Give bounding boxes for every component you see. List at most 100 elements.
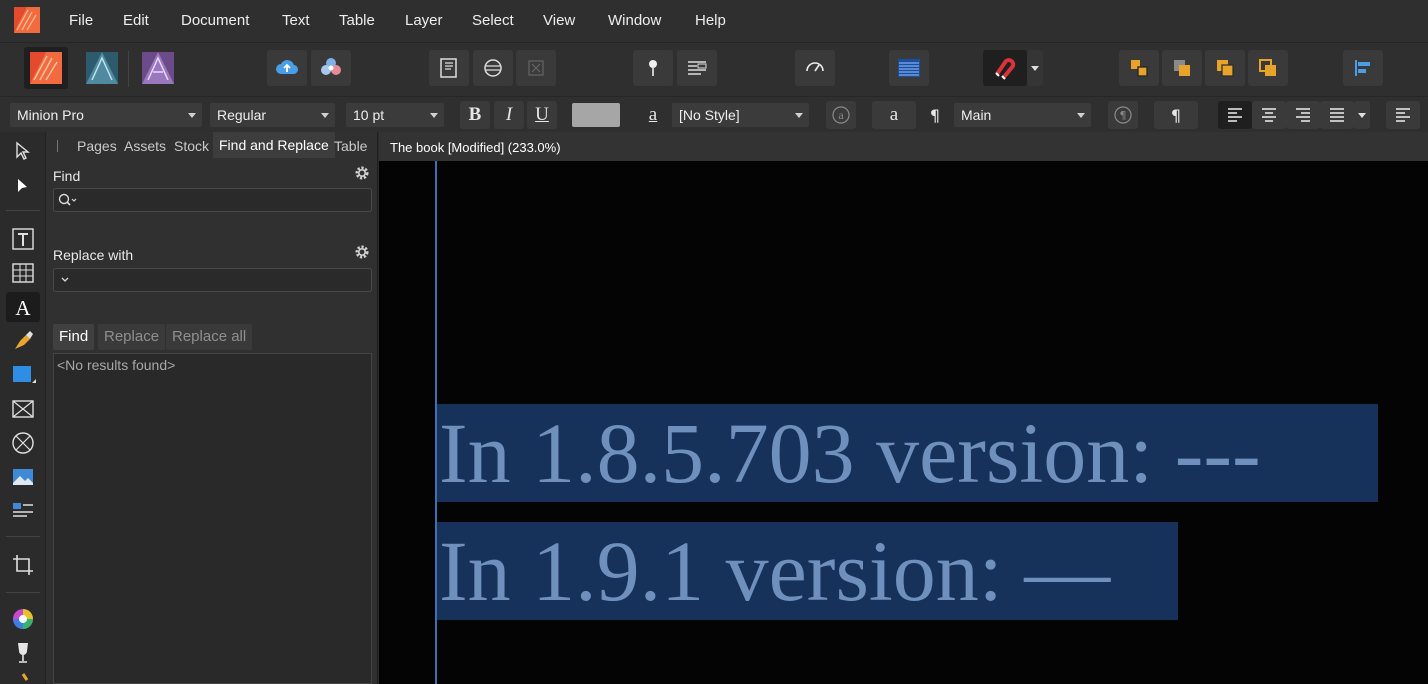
document-tab[interactable]: The book [Modified] (233.0%): [379, 132, 1428, 161]
tab-find-and-replace[interactable]: Find and Replace: [213, 132, 335, 158]
preflight-button[interactable]: [429, 50, 469, 86]
node-tool[interactable]: [6, 171, 40, 201]
paragraph-options-button[interactable]: [1386, 101, 1420, 129]
align-button[interactable]: [1343, 50, 1383, 86]
character-style-button[interactable]: a: [872, 101, 916, 129]
arrange-back-button[interactable]: [1119, 50, 1159, 86]
menu-file[interactable]: File: [69, 12, 93, 29]
place-image-tool[interactable]: [6, 462, 40, 492]
brush-icon: [21, 673, 29, 681]
bold-button[interactable]: B: [460, 101, 490, 129]
table-tool[interactable]: [6, 258, 40, 288]
publisher-persona-button[interactable]: [24, 47, 68, 89]
publish-button[interactable]: [267, 50, 307, 86]
justify-dropdown[interactable]: [1354, 101, 1370, 129]
chevron-down-icon: [188, 113, 196, 118]
align-right-button[interactable]: [1286, 101, 1320, 129]
menu-layer[interactable]: Layer: [405, 12, 443, 29]
find-button[interactable]: Find: [53, 324, 95, 350]
character-style-dropdown[interactable]: [No Style]: [672, 103, 809, 127]
more-tools[interactable]: [6, 672, 40, 684]
pilcrow-icon[interactable]: ¶: [920, 101, 950, 129]
svg-text:A: A: [15, 296, 31, 319]
justify-button[interactable]: [1320, 101, 1354, 129]
arrange-front-button[interactable]: [1248, 50, 1288, 86]
replace-input[interactable]: [53, 268, 372, 292]
menu-bar: File Edit Document Text Table Layer Sele…: [0, 0, 1428, 42]
share-button[interactable]: [311, 50, 351, 86]
gear-icon[interactable]: [354, 244, 370, 260]
artistic-text-tool[interactable]: A: [6, 292, 40, 322]
align-center-button[interactable]: [1252, 101, 1286, 129]
text-wrap-button[interactable]: [473, 50, 513, 86]
baseline-grid-button[interactable]: [889, 50, 929, 86]
replace-button[interactable]: Replace: [98, 324, 166, 350]
chevron-down-icon: [795, 113, 803, 118]
find-input[interactable]: [53, 188, 372, 212]
arrange-icon: [1174, 60, 1190, 76]
transparency-tool[interactable]: [6, 638, 40, 668]
chevron-down-icon: [61, 277, 69, 282]
flower-icon: [321, 58, 341, 75]
results-list[interactable]: <No results found>: [53, 353, 372, 684]
affinity-publisher-logo-icon[interactable]: [14, 7, 40, 33]
font-family-value: Minion Pro: [17, 107, 84, 123]
picture-frame-tool[interactable]: [6, 394, 40, 424]
snapping-dropdown[interactable]: [1027, 50, 1043, 86]
character-style-value: [No Style]: [679, 107, 740, 123]
tab-stock[interactable]: Stock: [174, 138, 209, 154]
character-style-options-button[interactable]: a: [826, 101, 856, 129]
font-style-dropdown[interactable]: Regular: [210, 103, 335, 127]
selected-text-line-2[interactable]: In 1.9.1 version: —: [437, 522, 1178, 620]
align-left-button[interactable]: [1218, 101, 1252, 129]
menu-edit[interactable]: Edit: [123, 12, 149, 29]
no-results-text: <No results found>: [57, 357, 176, 373]
text-color-swatch[interactable]: [572, 103, 620, 127]
underline-button[interactable]: U: [527, 101, 557, 129]
menu-text[interactable]: Text: [282, 12, 310, 29]
menu-table[interactable]: Table: [339, 12, 375, 29]
font-size-dropdown[interactable]: 10 pt: [346, 103, 444, 127]
content-icon: [13, 503, 33, 517]
arrange-icon: [1217, 60, 1234, 77]
document-canvas[interactable]: In 1.8.5.703 version: --- In 1.9.1 versi…: [379, 161, 1428, 684]
arrange-forward-button[interactable]: [1205, 50, 1245, 86]
font-family-dropdown[interactable]: Minion Pro: [10, 103, 202, 127]
replace-all-button[interactable]: Replace all: [166, 324, 253, 350]
frame-text-tool[interactable]: [6, 224, 40, 254]
menu-select[interactable]: Select: [472, 12, 514, 29]
pin-button[interactable]: [633, 50, 673, 86]
menu-help[interactable]: Help: [695, 12, 726, 29]
paragraph-style-dropdown[interactable]: Main: [954, 103, 1091, 127]
circled-pilcrow-icon: ¶: [1114, 106, 1132, 124]
pen-tool[interactable]: [6, 326, 40, 356]
gear-icon[interactable]: [354, 165, 370, 181]
rectangle-tool[interactable]: [6, 360, 40, 390]
crop-tool[interactable]: [6, 550, 40, 580]
designer-persona-button[interactable]: [80, 47, 124, 89]
menu-document[interactable]: Document: [181, 12, 249, 29]
paragraph-style-button[interactable]: ¶: [1154, 101, 1198, 129]
paragraph-style-options-button[interactable]: ¶: [1108, 101, 1138, 129]
character-style-icon[interactable]: a: [638, 101, 668, 129]
context-overflow-button[interactable]: [1420, 101, 1428, 129]
content-tool[interactable]: [6, 496, 40, 526]
italic-button[interactable]: I: [494, 101, 524, 129]
find-replace-panel: Pages Assets Stock Find and Replace Tabl…: [46, 132, 378, 684]
tab-table[interactable]: Table: [334, 138, 367, 154]
ellipse-frame-tool[interactable]: [6, 428, 40, 458]
tab-assets[interactable]: Assets: [124, 138, 166, 154]
font-size-value: 10 pt: [353, 107, 385, 123]
view-mode-button[interactable]: [795, 50, 835, 86]
snapping-button[interactable]: [983, 50, 1027, 86]
menu-window[interactable]: Window: [608, 12, 661, 29]
disabled-frame-button[interactable]: [516, 50, 556, 86]
photo-persona-button[interactable]: [136, 47, 180, 89]
tab-pages[interactable]: Pages: [77, 138, 117, 154]
arrange-backward-button[interactable]: [1162, 50, 1202, 86]
selected-text-line-1[interactable]: In 1.8.5.703 version: ---: [437, 404, 1378, 502]
menu-view[interactable]: View: [543, 12, 575, 29]
move-tool[interactable]: [6, 136, 40, 166]
color-picker-tool[interactable]: [6, 604, 40, 634]
text-frame-button[interactable]: [677, 50, 717, 86]
